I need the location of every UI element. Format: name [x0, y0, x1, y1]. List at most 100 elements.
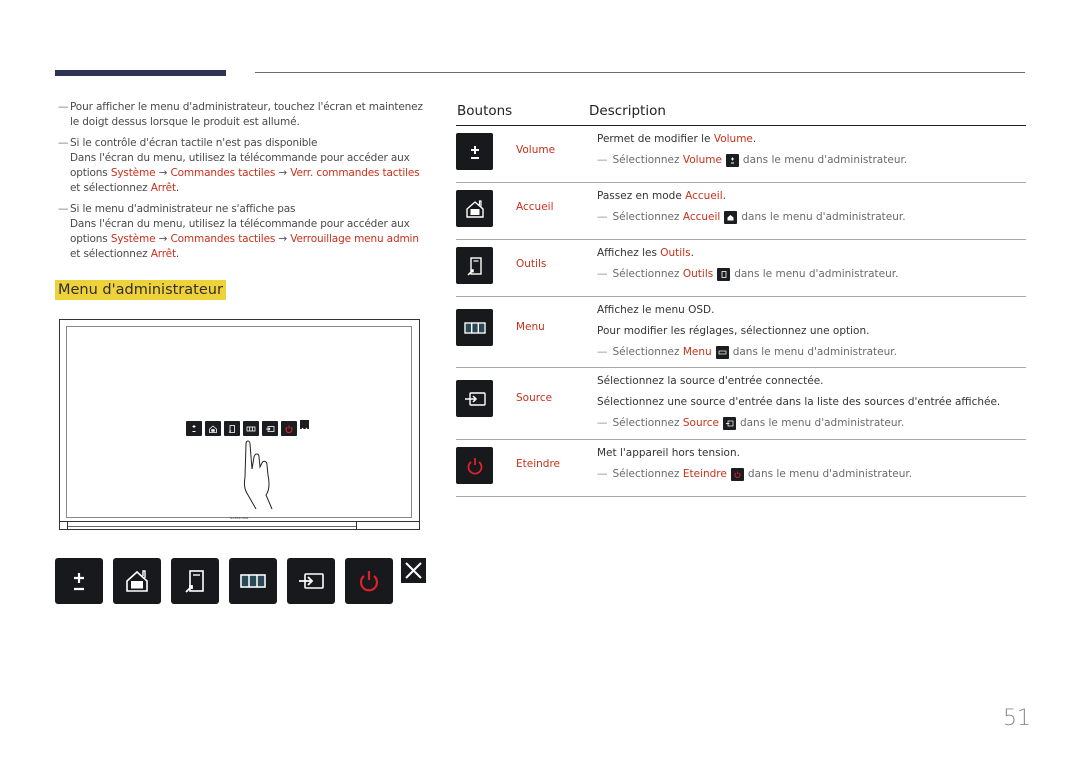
close-icon [405, 562, 422, 579]
table-row-accueil: Accueil Passez en mode Accueil. — Sélecti… [456, 183, 1026, 240]
note-text: Sélectionnez [612, 468, 680, 480]
volume-icon [456, 133, 493, 170]
button-name: Eteindre [516, 458, 560, 470]
note-admin-menu-missing: — Si le menu d'administrateur ne s'affic… [58, 202, 428, 262]
select-note: — Sélectionnez Source dans le menu d'admin… [597, 413, 1026, 434]
desc-highlight: Accueil [685, 190, 723, 202]
note-text: Sélectionnez [612, 268, 680, 280]
note-text: dans le menu d'administrateur. [741, 211, 906, 223]
source-icon [722, 417, 736, 430]
note-highlight: Eteindre [682, 468, 727, 480]
admin-menu-bar [55, 558, 426, 604]
option-value: Arrêt [150, 182, 176, 194]
row-description: Passez en mode Accueil. — Sélectionnez Ac… [597, 183, 1026, 228]
desc-text: Passez en mode [597, 190, 686, 202]
row-description: Affichez le menu OSD. Pour modifier les … [597, 297, 1026, 363]
note-dash: — [58, 101, 69, 113]
home-icon [724, 211, 738, 224]
row-description: Affichez les Outils. — Sélectionnez Outil… [597, 240, 1026, 285]
menu-path-item: Commandes tactiles [170, 167, 276, 179]
tools-icon [456, 247, 493, 284]
power-icon [456, 447, 493, 484]
hand-pointer-icon [243, 440, 273, 510]
header-accent-bar [55, 70, 226, 76]
select-note: — Sélectionnez Volume dans le menu d'admin… [597, 150, 1026, 171]
power-icon [359, 571, 379, 592]
menu-path-item: Commandes tactiles [170, 233, 276, 245]
volume-icon [186, 421, 202, 436]
note-body-text: . [175, 248, 180, 260]
monitor-brand-logo: SAMSUNG [230, 516, 249, 520]
table-row-source: Source Sélectionnez la source d'entrée c… [456, 368, 1026, 440]
desc-line: Pour modifier les réglages, sélectionnez… [597, 325, 870, 337]
note-text: Pour afficher le menu d'administrateur, … [70, 101, 423, 128]
monitor-screen [66, 326, 412, 518]
row-description: Sélectionnez la source d'entrée connecté… [597, 368, 1026, 434]
note-text: Sélectionnez [612, 346, 680, 358]
table-row-menu: Menu Affichez le menu OSD. Pour modifier… [456, 297, 1026, 368]
desc-line: Sélectionnez la source d'entrée connecté… [597, 375, 824, 387]
arrow-icon: → [278, 233, 288, 245]
desc-line: Sélectionnez une source d'entrée dans la… [597, 396, 1001, 408]
note-dash: — [597, 468, 608, 480]
note-highlight: Volume [682, 154, 722, 166]
home-button[interactable] [113, 558, 161, 604]
desc-line: Passez en mode Accueil. [597, 186, 1026, 207]
monitor-illustration: SAMSUNG [59, 319, 420, 530]
header-rule [255, 72, 1025, 73]
volume-button[interactable] [55, 558, 103, 604]
desc-line: Permet de modifier le Volume. [597, 129, 1026, 150]
row-description: Permet de modifier le Volume. — Sélection… [597, 126, 1026, 171]
select-note: — Sélectionnez Menu dans le menu d'adminis… [597, 342, 1026, 363]
note-highlight: Menu [682, 346, 712, 358]
desc-line: Met l'appareil hors tension. [597, 447, 740, 459]
menu-icon [715, 346, 729, 359]
notes-section: — Pour afficher le menu d'administrateur… [58, 100, 428, 268]
menu-icon [243, 421, 259, 436]
button-name: Menu [516, 321, 545, 333]
arrow-icon: → [158, 233, 168, 245]
note-title: Si le menu d'administrateur ne s'affiche… [70, 203, 296, 215]
monitor-stand-line [67, 526, 356, 527]
note-text: Sélectionnez [612, 154, 680, 166]
note-dash: — [58, 137, 69, 149]
table-row-eteindre: Eteindre Met l'appareil hors tension. — S… [456, 440, 1026, 497]
button-name: Outils [516, 258, 547, 270]
menu-path-item: Système [110, 167, 156, 179]
note-text: dans le menu d'administrateur. [747, 468, 913, 480]
tools-icon [224, 421, 240, 436]
source-button[interactable] [287, 558, 335, 604]
menu-path-item: Système [110, 233, 156, 245]
note-dash: — [58, 203, 69, 215]
power-icon [730, 468, 744, 481]
table-row-volume: Volume Permet de modifier le Volume. — Sé… [456, 126, 1026, 183]
volume-icon [74, 573, 84, 591]
desc-text: . [752, 133, 757, 145]
source-icon [299, 573, 324, 589]
source-icon [456, 380, 493, 417]
desc-text: Permet de modifier le [597, 133, 714, 145]
menu-path-item: Verr. commandes tactiles [290, 167, 420, 179]
desc-highlight: Volume [713, 133, 753, 145]
row-description: Met l'appareil hors tension. — Sélectionn… [597, 440, 1026, 485]
select-note: — Sélectionnez Accueil dans le menu d'admi… [597, 207, 1026, 228]
table-header: Boutons Description [456, 96, 1026, 126]
menu-icon [240, 574, 266, 588]
close-icon [300, 420, 309, 434]
table-row-outils: Outils Affichez les Outils. — Sélectionne… [456, 240, 1026, 297]
power-button[interactable] [345, 558, 393, 604]
monitor-bezel-divider [67, 521, 68, 529]
menu-button[interactable] [229, 558, 277, 604]
note-text: dans le menu d'administrateur. [742, 154, 908, 166]
monitor-bezel-divider [356, 521, 357, 529]
select-note: — Sélectionnez Outils dans le menu d'admin… [597, 264, 1026, 285]
menu-icon [456, 309, 493, 346]
note-body-text: . [175, 182, 180, 194]
close-button[interactable] [401, 558, 426, 583]
note-text: dans le menu d'administrateur. [732, 346, 897, 358]
note-text: Sélectionnez [612, 417, 680, 429]
desc-highlight: Outils [660, 247, 691, 259]
tools-button[interactable] [171, 558, 219, 604]
column-header-buttons: Boutons [457, 102, 513, 119]
mini-admin-menu [186, 420, 309, 436]
